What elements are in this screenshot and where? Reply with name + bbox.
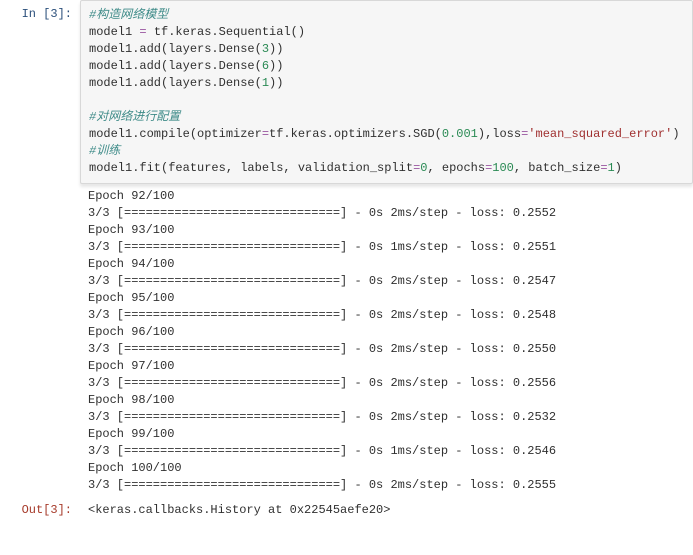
code-op: = [139, 25, 146, 39]
code-number: 6 [262, 59, 269, 73]
code-text: , batch_size [514, 161, 600, 175]
code-number: 100 [492, 161, 514, 175]
code-text: model1.fit(features, labels, validation_… [89, 161, 413, 175]
code-string: 'mean_squared_error' [528, 127, 672, 141]
code-text: model1.add(layers.Dense( [89, 42, 262, 56]
training-output: Epoch 92/100 3/3 [======================… [80, 184, 693, 496]
code-text: )) [269, 42, 283, 56]
code-comment: #对网络进行配置 [89, 110, 180, 124]
in-prompt: In [3]: [0, 0, 80, 23]
code-number: 1 [262, 76, 269, 90]
code-comment: #构造网络模型 [89, 8, 168, 22]
code-op: = [262, 127, 269, 141]
code-text: model1.add(layers.Dense( [89, 59, 262, 73]
code-number: 3 [262, 42, 269, 56]
code-text: model1.compile(optimizer [89, 127, 262, 141]
code-area[interactable]: #构造网络模型 model1 = tf.keras.Sequential() m… [80, 0, 693, 184]
out-value: <keras.callbacks.History at 0x22545aefe2… [80, 496, 693, 521]
code-text: model1 [89, 25, 139, 39]
output-cell: Out[3]: <keras.callbacks.History at 0x22… [0, 496, 693, 521]
code-text: tf.keras.Sequential() [147, 25, 305, 39]
code-comment: #训练 [89, 144, 120, 158]
code-text: ) [615, 161, 622, 175]
input-cell: In [3]: #构造网络模型 model1 = tf.keras.Sequen… [0, 0, 693, 184]
code-text: ),loss [478, 127, 521, 141]
code-text: ) [672, 127, 679, 141]
stdout-cell: Epoch 92/100 3/3 [======================… [0, 184, 693, 496]
code-number: 0.001 [442, 127, 478, 141]
code-text: tf.keras.optimizers.SGD( [269, 127, 442, 141]
code-text: )) [269, 76, 283, 90]
code-text: model1.add(layers.Dense( [89, 76, 262, 90]
code-op: = [600, 161, 607, 175]
out-prompt: Out[3]: [0, 496, 80, 519]
code-text: , epochs [427, 161, 485, 175]
code-text: )) [269, 59, 283, 73]
empty-prompt [0, 184, 80, 190]
code-number: 1 [608, 161, 615, 175]
